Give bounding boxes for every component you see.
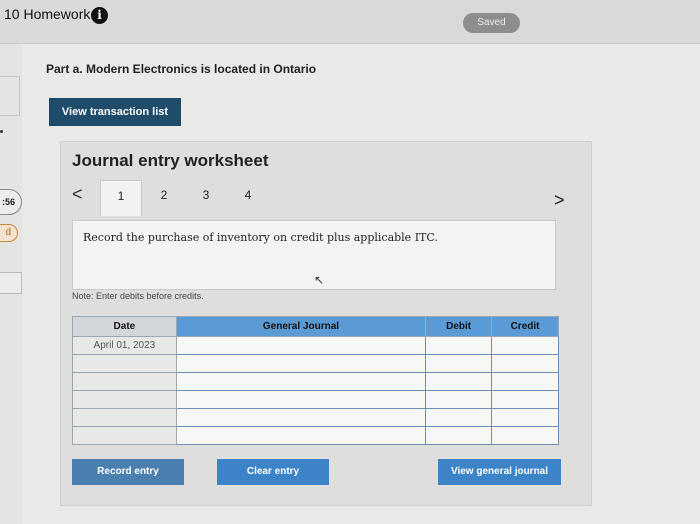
debit-input[interactable] — [425, 426, 493, 445]
credit-input[interactable] — [491, 372, 559, 391]
table-row — [72, 354, 559, 373]
table-row — [72, 372, 559, 391]
tab-1[interactable]: 1 — [100, 180, 142, 216]
general-journal-column-header: General Journal — [175, 316, 427, 337]
left-side-strip: :56 d — [0, 44, 22, 524]
credit-input[interactable] — [491, 390, 559, 409]
date-cell[interactable] — [72, 354, 177, 373]
info-icon[interactable]: i — [91, 7, 108, 24]
side-box[interactable] — [0, 272, 22, 294]
chevron-right-icon[interactable]: > — [554, 190, 565, 211]
debit-column-header: Debit — [425, 316, 493, 337]
account-input[interactable] — [175, 354, 427, 373]
debit-input[interactable] — [425, 336, 493, 355]
account-input[interactable] — [175, 336, 427, 355]
account-input[interactable] — [175, 426, 427, 445]
chevron-left-icon[interactable]: < — [72, 184, 83, 205]
credit-input[interactable] — [491, 408, 559, 427]
account-input[interactable] — [175, 408, 427, 427]
date-cell[interactable] — [72, 390, 177, 409]
transaction-description: Record the purchase of inventory on cred… — [83, 231, 438, 244]
debit-input[interactable] — [425, 372, 493, 391]
assignment-title: 10 Homework — [4, 6, 91, 22]
worksheet-title: Journal entry worksheet — [72, 151, 269, 170]
table-row — [72, 426, 559, 445]
record-entry-button[interactable]: Record entry — [72, 459, 184, 485]
credit-column-header: Credit — [491, 316, 559, 337]
top-bar: 10 Homework i Saved — [0, 0, 700, 44]
side-dot — [0, 130, 3, 133]
date-cell[interactable] — [72, 372, 177, 391]
date-column-header: Date — [72, 316, 177, 337]
side-panel-box[interactable] — [0, 76, 20, 116]
credit-input[interactable] — [491, 354, 559, 373]
debits-note: Note: Enter debits before credits. — [72, 291, 204, 301]
debit-input[interactable] — [425, 390, 493, 409]
account-input[interactable] — [175, 372, 427, 391]
tab-3[interactable]: 3 — [185, 180, 227, 214]
side-badge[interactable]: d — [0, 224, 18, 242]
tab-4[interactable]: 4 — [227, 180, 269, 214]
table-header-row: Date General Journal Debit Credit — [72, 316, 559, 337]
debit-input[interactable] — [425, 408, 493, 427]
table-row: April 01, 2023 — [72, 336, 559, 355]
table-row — [72, 390, 559, 409]
debit-input[interactable] — [425, 354, 493, 373]
tab-2[interactable]: 2 — [143, 180, 185, 214]
date-cell[interactable] — [72, 408, 177, 427]
saved-status-badge: Saved — [463, 13, 520, 33]
date-cell[interactable] — [72, 426, 177, 445]
clear-entry-button[interactable]: Clear entry — [217, 459, 329, 485]
credit-input[interactable] — [491, 426, 559, 445]
credit-input[interactable] — [491, 336, 559, 355]
part-title: Part a. Modern Electronics is located in… — [46, 62, 317, 76]
journal-entry-table: Date General Journal Debit Credit April … — [72, 316, 559, 445]
view-transaction-list-button[interactable]: View transaction list — [49, 98, 181, 126]
date-cell[interactable]: April 01, 2023 — [72, 336, 177, 355]
mouse-cursor-icon: ↖ — [314, 273, 325, 287]
table-row — [72, 408, 559, 427]
view-general-journal-button[interactable]: View general journal — [438, 459, 561, 485]
account-input[interactable] — [175, 390, 427, 409]
timer-pill[interactable]: :56 — [0, 189, 22, 215]
